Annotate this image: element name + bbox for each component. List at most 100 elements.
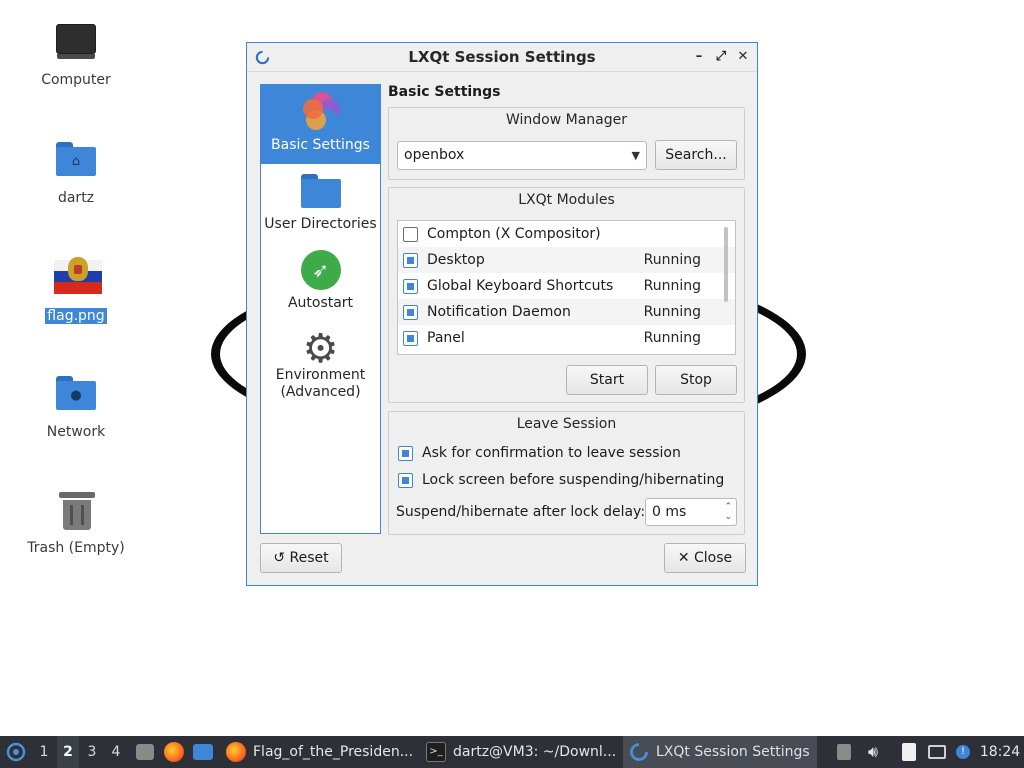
lxqt-menu-icon (6, 742, 26, 762)
spin-down-icon[interactable]: ⌄ (724, 512, 732, 522)
workspace-2[interactable]: 2 (57, 736, 79, 768)
tray-clipboard[interactable] (898, 736, 920, 768)
group-title: Window Manager (505, 112, 628, 128)
volume-icon: 🔊︎ (867, 742, 879, 761)
rocket-icon: ➶ (300, 249, 342, 291)
home-folder-icon: ⌂ (54, 138, 98, 182)
tray-volume[interactable]: 🔊︎ (862, 736, 884, 768)
module-status: Running (643, 304, 701, 320)
network-folder-icon: ● (54, 372, 98, 416)
lock-screen-label: Lock screen before suspending/hibernatin… (422, 472, 725, 488)
group-title: Leave Session (516, 416, 617, 432)
module-name: Global Keyboard Shortcuts (427, 278, 614, 294)
spin-up-icon[interactable]: ⌃ (724, 502, 732, 512)
lock-delay-value: 0 ms (652, 504, 687, 520)
lock-delay-label: Suspend/hibernate after lock delay: (396, 504, 646, 520)
sidebar-item-label: User Directories (264, 216, 377, 232)
maximize-button[interactable]: ⤢ (713, 47, 729, 67)
workspace-3[interactable]: 3 (81, 736, 103, 768)
desktop-icon-label: dartz (57, 190, 95, 206)
stop-button[interactable]: Stop (655, 365, 737, 395)
desktop-launcher[interactable] (192, 736, 214, 768)
close-label: Close (694, 550, 733, 566)
tray-network[interactable] (926, 736, 948, 768)
file-manager-icon (136, 744, 154, 760)
group-title: LXQt Modules (518, 192, 615, 208)
firefox-launcher[interactable] (163, 736, 185, 768)
clock[interactable]: 18:24 (980, 736, 1020, 768)
search-button[interactable]: Search... (655, 140, 737, 170)
confirm-leave-checkbox[interactable] (398, 445, 413, 461)
computer-icon (54, 20, 98, 64)
module-name: Panel (427, 330, 465, 346)
list-item[interactable]: Global Keyboard Shortcuts Running (398, 273, 735, 299)
close-icon: ✕ (677, 550, 690, 566)
list-item[interactable]: Compton (X Compositor) (398, 221, 735, 247)
task-terminal[interactable]: >_ dartz@VM3: ~/Downl... (420, 736, 618, 768)
settings-sidebar: Basic Settings User Directories ➶ Autost… (260, 84, 381, 534)
desktop-icon-network[interactable]: ● Network (21, 372, 131, 440)
sidebar-item-label: Autostart (287, 295, 354, 311)
sidebar-item-basic-settings[interactable]: Basic Settings (261, 85, 380, 164)
lxqt-modules-group: LXQt Modules Compton (X Compositor) Desk… (388, 187, 745, 403)
task-session-settings[interactable]: LXQt Session Settings (623, 736, 817, 768)
clipboard-icon (902, 743, 916, 761)
module-checkbox[interactable] (403, 278, 418, 294)
workspace-4[interactable]: 4 (105, 736, 127, 768)
list-item[interactable]: Notification Daemon Running (398, 299, 735, 325)
file-manager-launcher[interactable] (134, 736, 156, 768)
window-controls: – ⤢ ✕ (691, 47, 751, 67)
lxqt-icon (255, 50, 270, 65)
module-name: Notification Daemon (427, 304, 571, 320)
lock-screen-option[interactable]: Lock screen before suspending/hibernatin… (398, 472, 724, 488)
sidebar-item-autostart[interactable]: ➶ Autostart (261, 243, 380, 322)
show-desktop-icon (193, 744, 213, 760)
start-menu-button[interactable] (4, 736, 28, 768)
desktop-icon-flag[interactable]: flag.png (21, 256, 131, 324)
lxqt-icon (630, 743, 648, 761)
module-status: Running (643, 330, 701, 346)
modules-list: Compton (X Compositor) Desktop Running G… (397, 220, 736, 355)
desktop-icon-label: Computer (41, 72, 111, 88)
list-item[interactable]: Desktop Running (398, 247, 735, 273)
desktop-icon-dartz[interactable]: ⌂ dartz (21, 138, 131, 206)
window-titlebar[interactable]: LXQt Session Settings – ⤢ ✕ (247, 43, 757, 72)
list-item[interactable]: Panel Running (398, 325, 735, 351)
module-checkbox[interactable] (403, 304, 418, 320)
module-status: Running (643, 278, 701, 294)
module-checkbox[interactable] (403, 330, 418, 346)
sidebar-item-user-directories[interactable]: User Directories (261, 164, 380, 243)
minimize-button[interactable]: – (691, 47, 707, 67)
task-firefox[interactable]: Flag_of_the_Presiden... (220, 736, 418, 768)
window-title: LXQt Session Settings (408, 48, 596, 66)
confirm-leave-option[interactable]: Ask for confirmation to leave session (398, 445, 681, 461)
tray-updates[interactable] (834, 736, 854, 768)
sidebar-item-environment[interactable]: ⚙ Environment (Advanced) (261, 322, 380, 401)
module-checkbox[interactable] (403, 252, 418, 268)
desktop-icon-computer[interactable]: Computer (21, 20, 131, 88)
tray-notifications[interactable]: ! (952, 736, 974, 768)
undo-icon: ↺ (273, 550, 286, 566)
firefox-icon (164, 742, 184, 762)
notification-icon: ! (956, 745, 970, 759)
task-label: dartz@VM3: ~/Downl... (453, 744, 617, 760)
desktop-icon-trash[interactable]: Trash (Empty) (21, 488, 131, 556)
window-manager-select[interactable]: openbox ▼ (397, 141, 647, 170)
reset-button[interactable]: ↺ Reset (260, 543, 342, 573)
trash-icon (54, 488, 98, 532)
workspace-1[interactable]: 1 (33, 736, 55, 768)
task-label: LXQt Session Settings (656, 744, 810, 760)
list-scrollbar[interactable] (724, 227, 728, 302)
module-name: Desktop (427, 252, 485, 268)
close-window-button[interactable]: ✕ (735, 47, 751, 67)
lock-delay-spinbox[interactable]: 0 ms ⌃ ⌄ (645, 498, 737, 526)
start-button[interactable]: Start (566, 365, 648, 395)
lxqt-logo-icon (300, 91, 342, 133)
desktop-icon-label: Trash (Empty) (27, 540, 125, 556)
gear-icon: ⚙ (302, 326, 339, 372)
lock-screen-checkbox[interactable] (398, 472, 413, 488)
sidebar-item-label: Environment (Advanced) (275, 367, 366, 400)
module-checkbox[interactable] (403, 226, 418, 242)
close-button[interactable]: ✕ Close (664, 543, 746, 573)
confirm-leave-label: Ask for confirmation to leave session (422, 445, 681, 461)
